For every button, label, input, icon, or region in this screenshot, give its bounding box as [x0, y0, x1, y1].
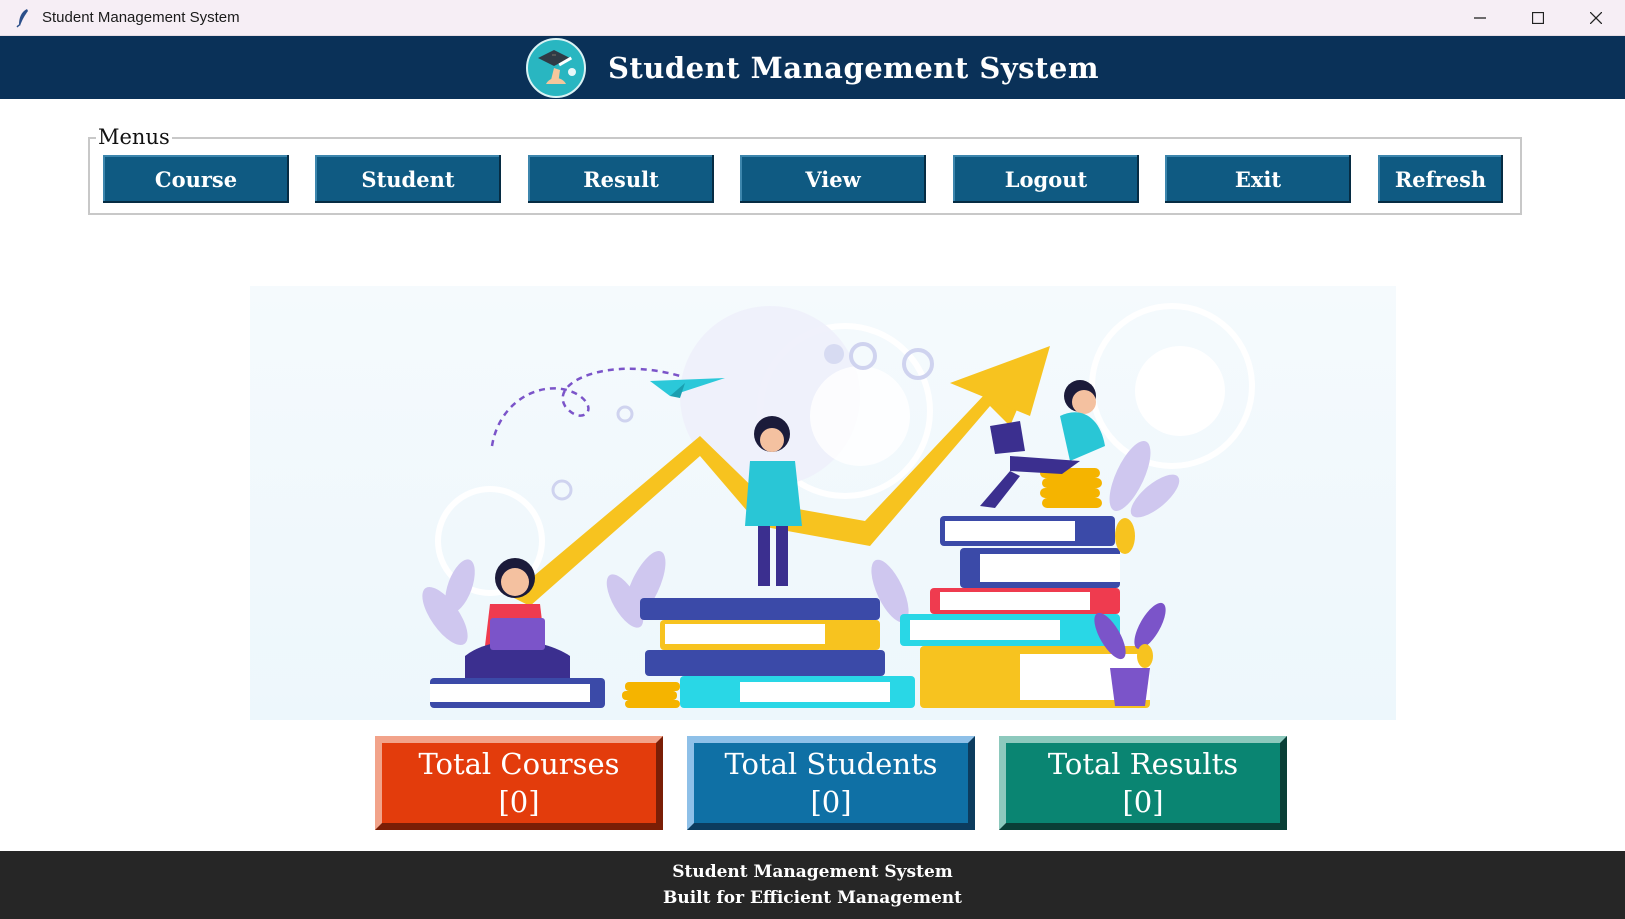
result-button[interactable]: Result [528, 155, 714, 203]
total-results-label: Total Results [1047, 747, 1239, 781]
close-button[interactable] [1567, 0, 1625, 36]
app-footer: Student Management System Built for Effi… [0, 851, 1625, 919]
total-students-card: Total Students [0] [687, 736, 975, 830]
window-titlebar: Student Management System [0, 0, 1625, 36]
window-title: Student Management System [42, 9, 240, 26]
feather-icon [12, 7, 34, 29]
total-courses-card: Total Courses [0] [375, 736, 663, 830]
maximize-icon [1532, 12, 1544, 24]
exit-button[interactable]: Exit [1165, 155, 1351, 203]
refresh-button[interactable]: Refresh [1378, 155, 1503, 203]
total-students-value: [0] [810, 785, 852, 819]
student-button[interactable]: Student [315, 155, 501, 203]
footer-line-2: Built for Efficient Management [663, 888, 962, 908]
education-growth-illustration [250, 286, 1396, 720]
total-courses-value: [0] [498, 785, 540, 819]
total-results-card: Total Results [0] [999, 736, 1287, 830]
minimize-icon [1474, 17, 1486, 19]
app-header: Student Management System [0, 36, 1625, 99]
footer-line-1: Student Management System [672, 862, 953, 882]
view-button[interactable]: View [740, 155, 926, 203]
course-button[interactable]: Course [103, 155, 289, 203]
menus-group: Menus Course Student Result View Logout … [88, 125, 1522, 215]
menus-label: Menus [96, 125, 172, 149]
total-students-label: Total Students [724, 747, 938, 781]
minimize-button[interactable] [1451, 0, 1509, 36]
maximize-button[interactable] [1509, 0, 1567, 36]
total-results-value: [0] [1122, 785, 1164, 819]
close-icon [1590, 12, 1602, 24]
total-courses-label: Total Courses [418, 747, 620, 781]
logout-button[interactable]: Logout [953, 155, 1139, 203]
graduation-logo-icon [525, 37, 586, 98]
app-title: Student Management System [607, 50, 1100, 85]
window-controls [1451, 0, 1625, 36]
